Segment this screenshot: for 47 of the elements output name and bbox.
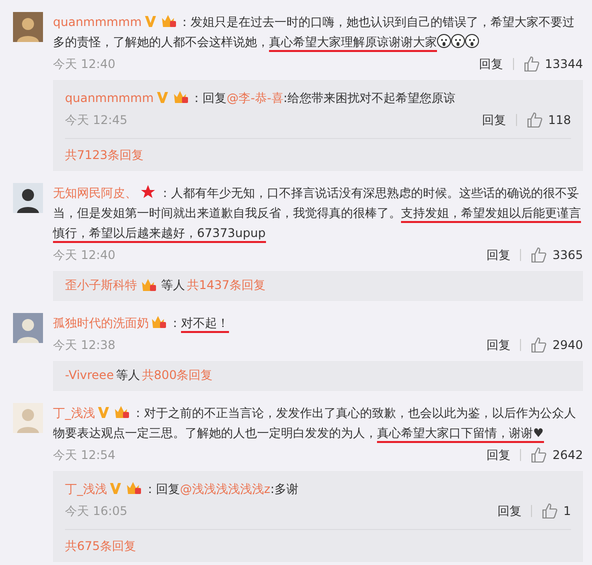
star-icon bbox=[141, 185, 155, 199]
thumbs-up-icon bbox=[531, 447, 548, 463]
crown-badge-icon bbox=[172, 90, 189, 104]
reply-text: 丁_浅浅 ：回复@浅浅浅浅浅浅z:多谢 bbox=[65, 480, 300, 498]
verified-v-icon bbox=[97, 406, 110, 419]
crown-badge-icon bbox=[114, 405, 130, 419]
timestamp: 今天 12:54 bbox=[53, 446, 116, 464]
thumbs-up-icon bbox=[531, 337, 548, 353]
like-button[interactable]: 13344 bbox=[524, 56, 583, 72]
shocked-face-icon bbox=[465, 34, 479, 48]
comment-text: 无知网民阿皮、 ：人都有年少无知，口不择言说话没有深思熟虑的时候。这些话的确说的很不妥当，但是发姐第一时间就出来道歉自我反省，我觉得真的很棒了。支持发姐，希望发姐以后能更谨言慎行，希望以后越来越好，67373upup bbox=[53, 183, 583, 243]
shocked-face-icon bbox=[451, 34, 465, 48]
reply-link[interactable]: 回复 bbox=[478, 56, 503, 72]
like-button[interactable]: 2940 bbox=[531, 337, 583, 353]
others-label: 等人 bbox=[116, 367, 140, 384]
thumbs-up-icon bbox=[531, 247, 548, 263]
reply-text: quanmmmmm ：回复@李-恭-喜:给您带来困扰对不起希望您原谅 bbox=[65, 89, 456, 107]
comment-text: quanmmmmm ：发姐只是在过去一时的口嗨，她也认识到自己的错误了，希望大家不要过多的责怪，了解她的人都不会这样说她，真心希望大家理解原谅谢谢大家 bbox=[53, 12, 583, 52]
thumbs-up-icon bbox=[542, 503, 558, 519]
verified-v-icon bbox=[144, 15, 157, 28]
crown-badge-icon bbox=[151, 315, 167, 329]
like-button[interactable]: 2642 bbox=[531, 447, 583, 463]
timestamp: 今天 12:45 bbox=[65, 112, 128, 128]
others-label: 等人 bbox=[161, 277, 185, 294]
comment-text: 丁_浅浅 ：对于之前的不正当言论，发发作出了真心的致歉，也会以此为鉴，以后作为公众人物要表达观点一定三思。了解她的人也一定明白发发的为人，真心希望大家口下留情，谢谢♥ bbox=[53, 403, 583, 443]
timestamp: 今天 16:05 bbox=[65, 502, 128, 520]
crown-badge-icon bbox=[141, 278, 157, 292]
reply-link[interactable]: 回复 bbox=[486, 246, 510, 264]
reply-link[interactable]: 回复 bbox=[482, 112, 506, 128]
timestamp: 今天 12:40 bbox=[53, 246, 116, 264]
reply-link[interactable]: 回复 bbox=[486, 446, 510, 464]
avatar[interactable] bbox=[13, 183, 43, 213]
like-button[interactable]: 1 bbox=[542, 503, 571, 519]
shocked-face-icon bbox=[437, 34, 451, 48]
comment-text: 孤独时代的洗面奶 ：对不起！ bbox=[53, 313, 583, 333]
verified-v-icon bbox=[156, 91, 169, 104]
like-button[interactable]: 3365 bbox=[531, 247, 583, 263]
thumbs-up-icon bbox=[527, 112, 544, 128]
timestamp: 今天 12:38 bbox=[53, 336, 116, 354]
thumbs-up-icon bbox=[524, 56, 540, 72]
crown-badge-icon bbox=[160, 14, 177, 28]
reply-link[interactable]: 回复 bbox=[486, 336, 510, 354]
reply-link[interactable]: 回复 bbox=[497, 502, 522, 520]
verified-v-icon bbox=[109, 482, 122, 495]
timestamp: 今天 12:40 bbox=[53, 56, 116, 72]
like-button[interactable]: 118 bbox=[527, 112, 571, 128]
crown-badge-icon bbox=[126, 481, 142, 495]
